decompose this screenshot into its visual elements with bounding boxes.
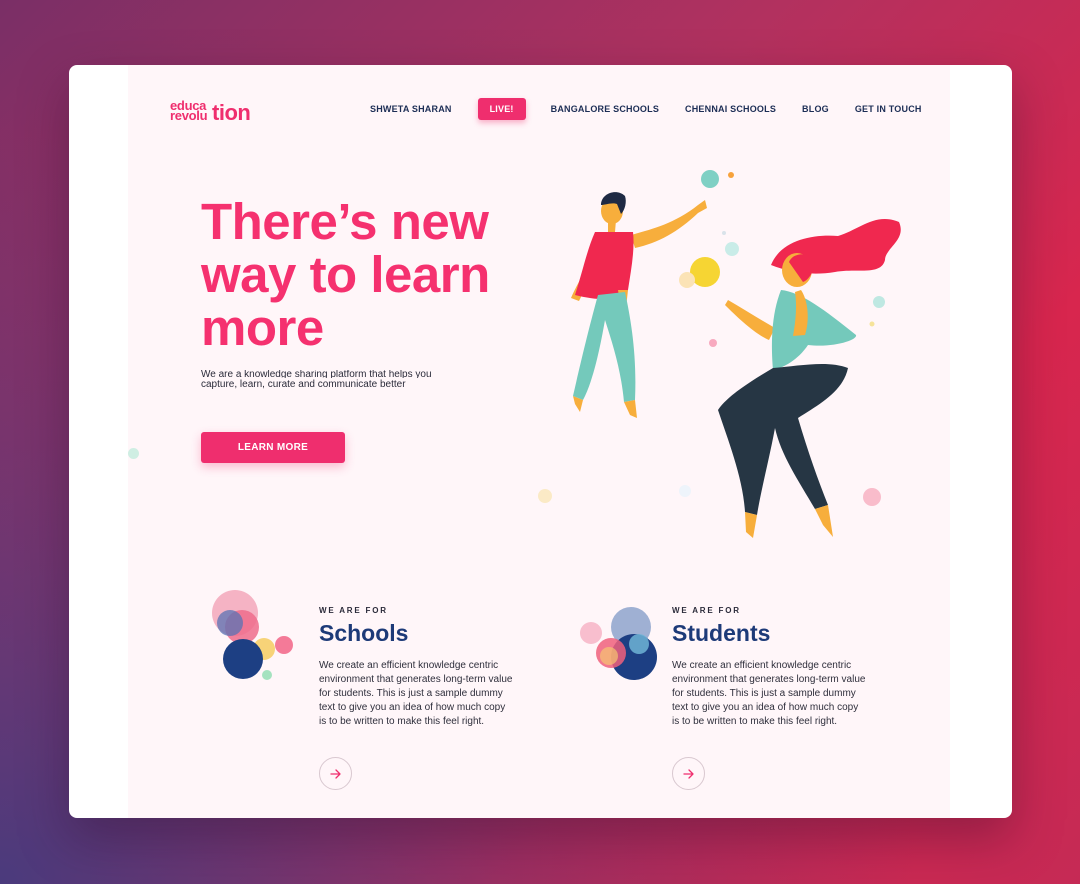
feature-heading: Schools — [319, 620, 409, 646]
schools-bubbles-icon — [212, 590, 293, 680]
hero-subtitle: We are a knowledge sharing platform that… — [201, 370, 461, 391]
nav-item-blog[interactable]: BLOG — [802, 104, 829, 114]
arrow-right-icon — [682, 768, 694, 779]
feature-body: We create an efficient knowledge centric… — [319, 660, 513, 727]
learn-more-button[interactable]: LEARN MORE — [201, 432, 345, 463]
feature-heading: Students — [672, 620, 771, 646]
arrow-right-icon — [329, 768, 341, 779]
decor-dot — [722, 231, 726, 235]
hero-subtitle-line-1: We are a knowledge sharing platform that… — [201, 370, 432, 378]
nav-item-shweta-sharan[interactable]: SHWETA SHARAN — [370, 104, 452, 114]
hero-illustration — [538, 170, 901, 538]
feature-eyebrow: WE ARE FOR — [319, 606, 388, 615]
live-button[interactable]: LIVE! — [477, 98, 526, 120]
decor-dot — [869, 321, 875, 327]
feature-eyebrow: WE ARE FOR — [672, 606, 741, 615]
landing-page: educa revolu tion SHWETA SHARAN LIVE! BA… — [128, 65, 950, 818]
nav-item-chennai-schools[interactable]: CHENNAI SCHOOLS — [685, 104, 776, 114]
students-bubbles-icon — [580, 607, 657, 680]
nav-item-bangalore-schools[interactable]: BANGALORE SCHOOLS — [551, 104, 659, 114]
decor-dot — [725, 242, 739, 256]
feature-body: We create an efficient knowledge centric… — [672, 660, 866, 727]
browser-window: educa revolu tion SHWETA SHARAN LIVE! BA… — [69, 65, 1012, 818]
schools-arrow-button[interactable] — [319, 757, 352, 790]
decor-dot — [863, 488, 881, 506]
decor-dot — [679, 272, 695, 288]
logo-tail: tion — [212, 100, 251, 125]
decor-dot — [538, 489, 552, 503]
decor-dot — [701, 170, 719, 188]
decor-dot — [679, 485, 691, 497]
decor-dot — [728, 172, 734, 178]
decor-dot — [128, 448, 139, 459]
logo-line-2: revolu — [170, 108, 208, 123]
decor-dot — [873, 296, 885, 308]
students-arrow-button[interactable] — [672, 757, 705, 790]
decor-dot — [709, 339, 717, 347]
hero-title: There’s new way to learn more — [201, 193, 490, 356]
man-figure — [571, 192, 707, 418]
nav-item-get-in-touch[interactable]: GET IN TOUCH — [855, 104, 922, 114]
main-nav: SHWETA SHARAN LIVE! BANGALORE SCHOOLS CH… — [370, 98, 922, 120]
hero-subtitle-line-2: capture, learn, curate and communicate b… — [201, 379, 406, 390]
logo[interactable]: educa revolu tion — [170, 99, 251, 124]
